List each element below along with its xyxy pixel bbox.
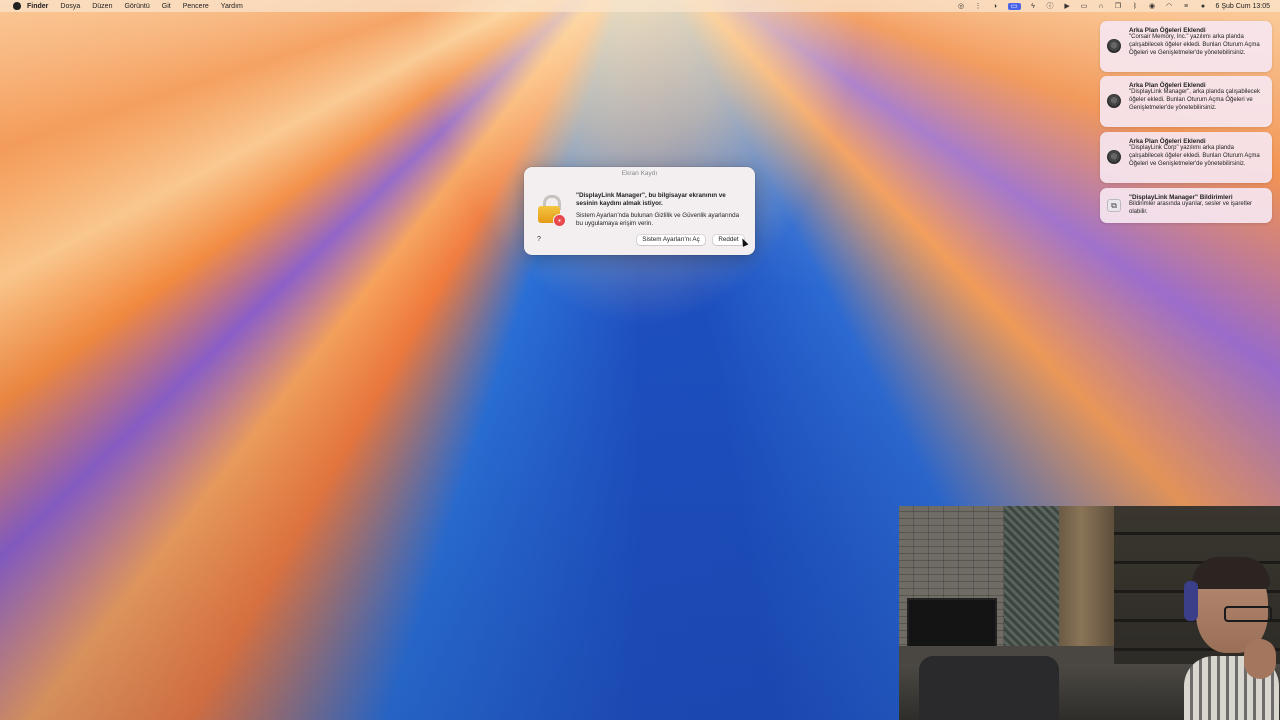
menu-window[interactable]: Pencere (183, 3, 209, 10)
record-icon[interactable]: ◉ (1148, 3, 1157, 10)
notification-title: Arka Plan Öğeleri Eklendi (1129, 138, 1206, 145)
info-icon[interactable]: ⓘ (1046, 3, 1055, 10)
gear-icon (1107, 39, 1121, 53)
menu-bar: Finder Dosya Düzen Görüntü Git Pencere Y… (0, 0, 1280, 12)
dialog-title: Ekran Kaydı (621, 170, 658, 177)
screen-mirror-icon[interactable]: ▭ (1007, 2, 1021, 10)
notification-displaylink-alerts[interactable]: ⧉ "DisplayLink Manager" Bildirimleri Bil… (1100, 188, 1272, 223)
help-button[interactable]: ? (534, 235, 544, 245)
notification-displaylink-corp[interactable]: Arka Plan Öğeleri Eklendi "DisplayLink C… (1100, 132, 1272, 183)
menu-app-finder[interactable]: Finder (27, 3, 48, 10)
scroll-icon[interactable]: ◑ (991, 3, 1000, 10)
notification-title: Arka Plan Öğeleri Eklendi (1129, 82, 1206, 89)
gear-icon (1107, 94, 1121, 108)
control-center-icon[interactable]: ≡ (1182, 3, 1191, 10)
wifi-icon[interactable]: ◠ (1165, 3, 1174, 10)
monitor-icon: ⧉ (1107, 199, 1121, 212)
siri-icon[interactable]: ● (1199, 3, 1208, 10)
status-area: ◎ ⋮ ◑ ▭ ϟ ⓘ ▶ ▭ ∩ ❐ ᛒ ◉ ◠ ≡ ● 6 Şub Cum … (957, 0, 1270, 12)
bolt-icon[interactable]: ϟ (1029, 3, 1038, 10)
notification-displaylink-manager[interactable]: Arka Plan Öğeleri Eklendi "DisplayLink M… (1100, 76, 1272, 127)
window-icon[interactable]: ❐ (1114, 3, 1123, 10)
record-badge-icon (553, 214, 566, 227)
notification-body: "Corsair Memory, Inc." yazılımı arka pla… (1129, 34, 1260, 56)
menu-view[interactable]: Görüntü (124, 3, 149, 10)
webcam-overlay (899, 506, 1280, 720)
dialog-message: Sistem Ayarları'nda bulunan Gizlilik ve … (576, 212, 740, 227)
notification-title: Arka Plan Öğeleri Eklendi (1129, 27, 1206, 34)
headphones-icon[interactable]: ∩ (1097, 3, 1106, 10)
notification-body: "DisplayLink Manager", arka planda çalış… (1129, 89, 1260, 111)
open-system-settings-button[interactable]: Sistem Ayarları'nı Aç (637, 235, 705, 245)
dialog-heading: "DisplayLink Manager", bu bilgisayar ekr… (576, 192, 726, 207)
screen-recording-dialog: Ekran Kaydı "DisplayLink Manager", bu bi… (524, 167, 755, 255)
menu-help[interactable]: Yardım (221, 3, 243, 10)
lock-icon (538, 195, 566, 227)
notification-body: "DisplayLink Corp" yazılımı arka planda … (1129, 145, 1260, 167)
notification-corsair[interactable]: Arka Plan Öğeleri Eklendi "Corsair Memor… (1100, 21, 1272, 72)
play-icon[interactable]: ▶ (1063, 3, 1072, 10)
apple-menu-icon[interactable] (13, 2, 21, 10)
display-icon[interactable]: ◎ (957, 3, 966, 10)
notification-title: "DisplayLink Manager" Bildirimleri (1129, 194, 1233, 201)
gear-icon (1107, 150, 1121, 164)
dots-icon[interactable]: ⋮ (974, 3, 983, 10)
menu-edit[interactable]: Düzen (92, 3, 112, 10)
menu-file[interactable]: Dosya (60, 3, 80, 10)
notification-body: Bildirimler arasında uyarılar, sesler ve… (1129, 201, 1253, 215)
bluetooth-icon[interactable]: ᛒ (1131, 3, 1140, 10)
menu-go[interactable]: Git (162, 3, 171, 10)
monitor-icon[interactable]: ▭ (1080, 3, 1089, 10)
menu-clock[interactable]: 6 Şub Cum 13:05 (1216, 3, 1270, 10)
